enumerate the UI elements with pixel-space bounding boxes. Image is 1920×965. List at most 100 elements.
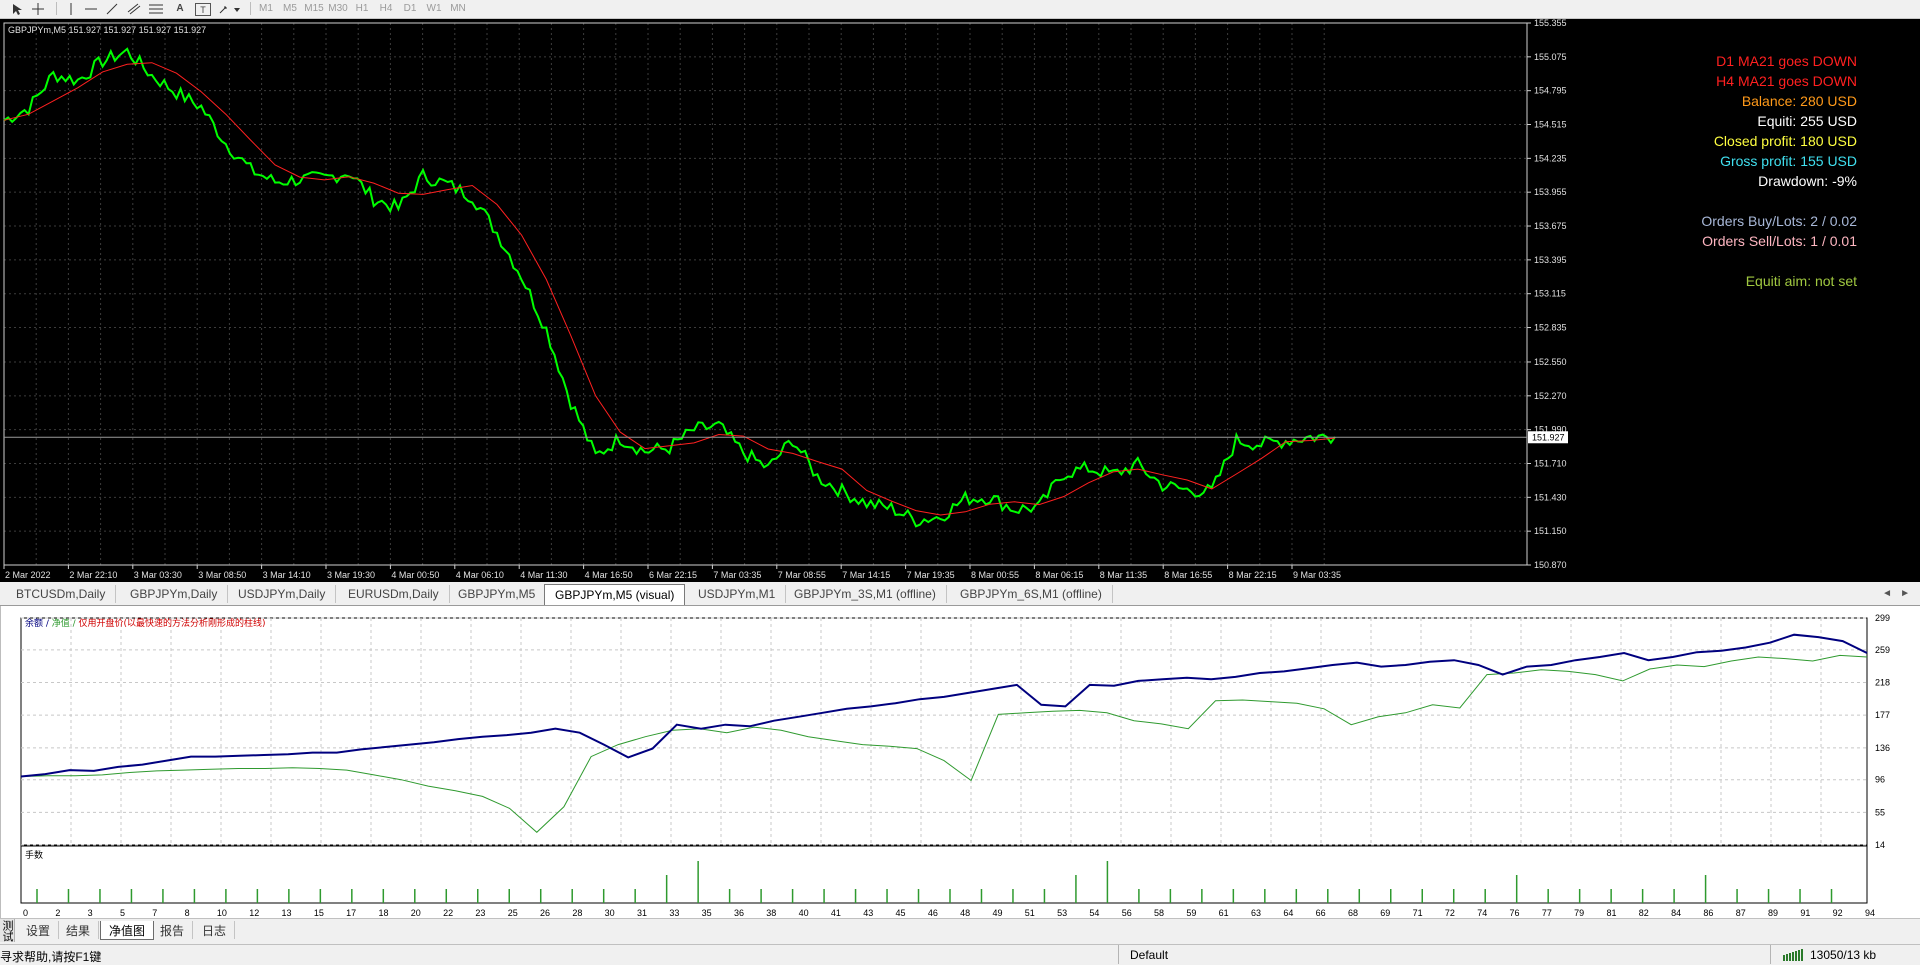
equity-y-label: 177 bbox=[1875, 710, 1890, 720]
info-line: Orders Buy/Lots: 2 / 0.02 bbox=[1701, 213, 1857, 229]
timeframe-h4[interactable]: H4 bbox=[374, 1, 398, 16]
vertical-line-icon[interactable] bbox=[64, 1, 78, 16]
equity-y-label: 299 bbox=[1875, 613, 1890, 623]
equity-x-label: 64 bbox=[1283, 908, 1293, 918]
timeframe-d1[interactable]: D1 bbox=[398, 1, 422, 16]
tester-tab[interactable]: 结果 bbox=[58, 921, 100, 939]
timeframe-mn[interactable]: MN bbox=[446, 1, 470, 16]
equity-x-label: 43 bbox=[863, 908, 873, 918]
equity-x-label: 68 bbox=[1348, 908, 1358, 918]
current-price-label: 151.927 bbox=[1532, 432, 1565, 442]
timeframe-w1[interactable]: W1 bbox=[422, 1, 446, 16]
chart-tab[interactable]: USDJPYm,Daily bbox=[228, 585, 337, 603]
time-tick-label: 8 Mar 00:55 bbox=[971, 570, 1019, 580]
price-tick-label: 153.675 bbox=[1534, 221, 1567, 231]
price-chart[interactable]: 155.355 155.075 154.795 154.515 154.235 153.9… bbox=[0, 19, 1920, 582]
equity-x-label: 56 bbox=[1122, 908, 1132, 918]
price-tick-label: 151.150 bbox=[1534, 526, 1567, 536]
equity-x-label: 13 bbox=[282, 908, 292, 918]
equity-graph-canvas: 299259218177136965514余额 / 净值 / 仅用开盘价(以最快… bbox=[20, 613, 1890, 918]
tab-scroll-right-icon[interactable]: ► bbox=[1900, 588, 1910, 599]
horizontal-line-icon[interactable] bbox=[84, 1, 98, 16]
crosshair-icon[interactable] bbox=[30, 1, 46, 16]
time-tick-label: 9 Mar 03:35 bbox=[1293, 570, 1341, 580]
tester-tab[interactable]: 净值图 bbox=[100, 921, 155, 940]
time-tick-label: 8 Mar 06:15 bbox=[1035, 570, 1083, 580]
time-tick-label: 3 Mar 03:30 bbox=[134, 570, 182, 580]
equity-x-label: 18 bbox=[378, 908, 388, 918]
price-tick-label: 153.955 bbox=[1534, 187, 1567, 197]
chart-tab[interactable]: GBPJPYm,M5 bbox=[448, 585, 547, 603]
tester-side-label[interactable]: 测试 bbox=[0, 919, 15, 942]
trendline-icon[interactable] bbox=[104, 1, 120, 16]
equity-x-label: 72 bbox=[1445, 908, 1455, 918]
time-tick-label: 4 Mar 06:10 bbox=[456, 570, 504, 580]
text-label-tool-button[interactable]: T bbox=[195, 3, 211, 16]
chart-tab[interactable]: GBPJPYm_3S,M1 (offline) bbox=[784, 585, 947, 603]
tab-scroll-left-icon[interactable]: ◄ bbox=[1882, 588, 1892, 599]
timeframe-m15[interactable]: M15 bbox=[302, 1, 326, 16]
price-chart-canvas[interactable]: 155.355 155.075 154.795 154.515 154.235 153.9… bbox=[0, 19, 1920, 582]
status-traffic: 13050/13 kb bbox=[1810, 948, 1877, 962]
chart-tab[interactable]: GBPJPYm,M5 (visual) bbox=[544, 584, 686, 605]
status-help-text: 寻求帮助,请按F1键 bbox=[0, 950, 102, 964]
info-line: H4 MA21 goes DOWN bbox=[1716, 73, 1857, 89]
equity-x-label: 91 bbox=[1800, 908, 1810, 918]
timeframe-h1[interactable]: H1 bbox=[350, 1, 374, 16]
equity-y-label: 218 bbox=[1875, 678, 1890, 688]
price-tick-label: 154.515 bbox=[1534, 120, 1567, 130]
chart-tab[interactable]: EURUSDm,Daily bbox=[338, 585, 450, 603]
equity-y-label: 96 bbox=[1875, 775, 1885, 785]
text-tool-button[interactable]: A bbox=[174, 1, 186, 16]
time-tick-label: 4 Mar 11:30 bbox=[520, 570, 567, 580]
equity-legend: 余额 / 净值 / 仅用开盘价(以最快速的方法分析刚形成的柱线) bbox=[25, 617, 266, 629]
equity-x-label: 0 bbox=[23, 908, 28, 918]
timeframe-m1[interactable]: M1 bbox=[254, 1, 278, 16]
equity-x-label: 17 bbox=[346, 908, 356, 918]
info-line: D1 MA21 goes DOWN bbox=[1716, 53, 1857, 69]
arrows-dropdown-icon[interactable] bbox=[218, 1, 242, 16]
equity-x-label: 25 bbox=[508, 908, 518, 918]
equity-y-label: 259 bbox=[1875, 645, 1890, 655]
time-tick-label: 2 Mar 22:10 bbox=[69, 570, 117, 580]
equity-x-label: 7 bbox=[152, 908, 157, 918]
info-line: Orders Sell/Lots: 1 / 0.01 bbox=[1702, 233, 1857, 249]
equity-x-label: 87 bbox=[1736, 908, 1746, 918]
equity-x-label: 38 bbox=[766, 908, 776, 918]
equity-x-label: 66 bbox=[1316, 908, 1326, 918]
cursor-arrow-icon[interactable] bbox=[10, 1, 24, 16]
equity-x-label: 46 bbox=[928, 908, 938, 918]
timeframe-m30[interactable]: M30 bbox=[326, 1, 350, 16]
time-tick-label: 7 Mar 03:35 bbox=[713, 570, 761, 580]
equity-x-label: 63 bbox=[1251, 908, 1261, 918]
timeframe-m5[interactable]: M5 bbox=[278, 1, 302, 16]
equity-x-label: 45 bbox=[896, 908, 906, 918]
equity-x-label: 22 bbox=[443, 908, 453, 918]
chart-tab[interactable]: GBPJPYm,Daily bbox=[120, 585, 229, 603]
channel-icon[interactable] bbox=[126, 1, 142, 16]
tester-tab[interactable]: 报告 bbox=[152, 921, 194, 939]
chart-tab[interactable]: BTCUSDm,Daily bbox=[6, 585, 117, 603]
equity-x-label: 81 bbox=[1606, 908, 1616, 918]
equity-x-label: 2 bbox=[55, 908, 60, 918]
fibonacci-icon[interactable] bbox=[148, 1, 164, 16]
price-series-line bbox=[3, 47, 1336, 528]
equity-x-label: 77 bbox=[1542, 908, 1552, 918]
equity-x-label: 28 bbox=[572, 908, 582, 918]
tester-tab[interactable]: 日志 bbox=[194, 921, 236, 939]
equity-x-label: 36 bbox=[734, 908, 744, 918]
chart-tab[interactable]: USDJPYm,M1 bbox=[688, 585, 787, 603]
time-tick-label: 3 Mar 19:30 bbox=[327, 570, 375, 580]
tester-tab[interactable]: 设置 bbox=[18, 921, 60, 939]
status-profile: Default bbox=[1130, 948, 1169, 962]
moving-average-line bbox=[3, 62, 1336, 516]
chart-tab[interactable]: GBPJPYm_6S,M1 (offline) bbox=[950, 585, 1113, 603]
price-tick-label: 155.075 bbox=[1534, 52, 1567, 62]
equity-x-label: 10 bbox=[217, 908, 227, 918]
info-line: Balance: 280 USD bbox=[1741, 93, 1857, 109]
equity-x-label: 71 bbox=[1413, 908, 1423, 918]
info-line: Equiti aim: not set bbox=[1745, 273, 1857, 289]
equity-x-label: 84 bbox=[1671, 908, 1681, 918]
equity-x-label: 8 bbox=[185, 908, 190, 918]
time-tick-label: 2 Mar 2022 bbox=[5, 570, 51, 580]
